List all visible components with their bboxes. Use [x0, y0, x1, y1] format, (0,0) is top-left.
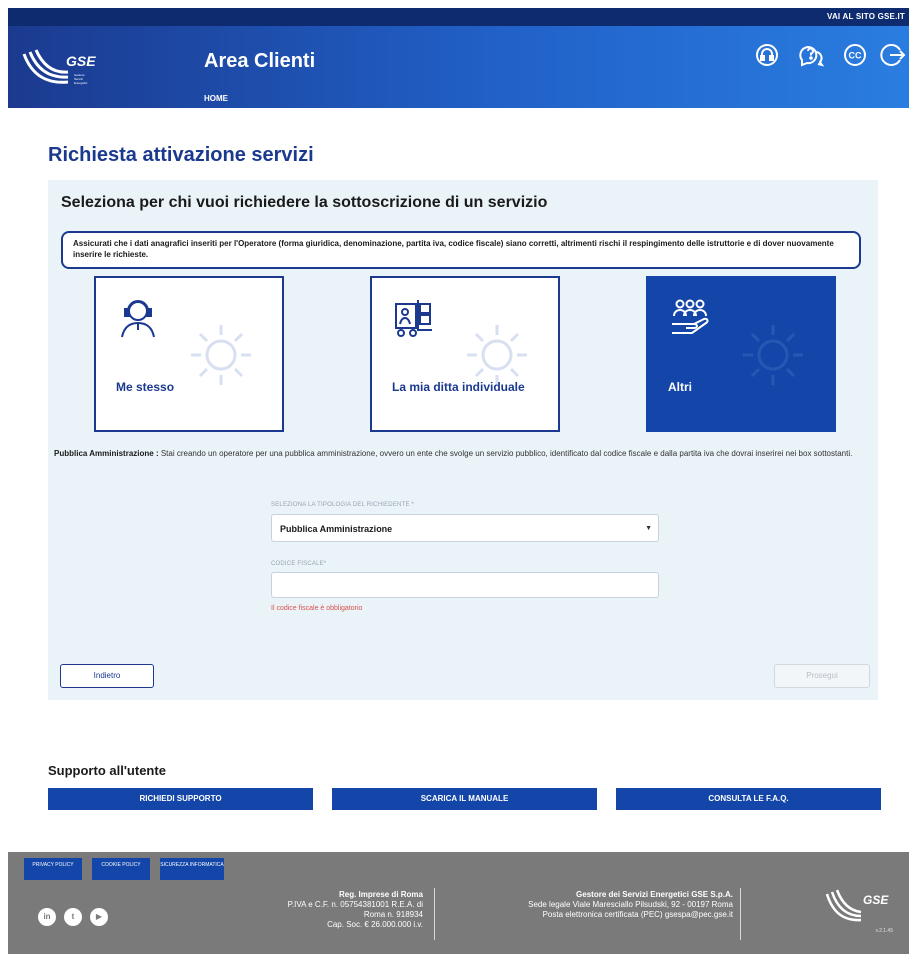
pa-label: Pubblica Amministrazione :	[54, 449, 159, 458]
footer-divider	[434, 888, 435, 940]
codice-fiscale-label: CODICE FISCALE*	[271, 561, 327, 567]
support-headset-icon[interactable]	[754, 42, 780, 68]
registration-line: Roma n. 918934	[363, 910, 423, 919]
caret-down-icon: ▼	[645, 525, 652, 532]
footer-gse-logo: GSE	[825, 888, 891, 928]
group-hand-icon	[672, 299, 709, 334]
svg-text:GSE: GSE	[66, 53, 96, 69]
codice-fiscale-error: Il codice fiscale è obbligatorio	[271, 605, 363, 612]
footer-divider	[740, 888, 741, 940]
version-label: v.2.1.45	[875, 928, 893, 934]
cookie-policy-link[interactable]: COOKIE POLICY	[92, 858, 150, 880]
privacy-policy-link[interactable]: PRIVACY POLICY	[24, 858, 82, 880]
youtube-icon[interactable]: ▶	[90, 908, 108, 926]
area-title: Area Clienti	[204, 50, 316, 72]
card-label: La mia ditta individuale	[392, 380, 525, 394]
card-altri[interactable]: Altri	[646, 276, 836, 432]
breadcrumb-home[interactable]: HOME	[204, 94, 228, 103]
registration-line: P.IVA e C.F. n. 05754381001 R.E.A. di	[287, 900, 423, 909]
linkedin-icon[interactable]: in	[38, 908, 56, 926]
card-me-stesso[interactable]: Me stesso	[94, 276, 284, 432]
page-title: Richiesta attivazione servizi	[48, 144, 314, 166]
svg-text:Energetici: Energetici	[74, 81, 88, 85]
card-label: Me stesso	[116, 380, 175, 394]
card-ditta-individuale[interactable]: La mia ditta individuale	[370, 276, 560, 432]
gear-icon	[743, 325, 803, 385]
requester-type-select[interactable]: Pubblica Amministrazione ▼	[271, 514, 659, 542]
next-button[interactable]: Prosegui	[774, 664, 870, 688]
request-support-button[interactable]: RICHIEDI SUPPORTO	[48, 788, 313, 810]
security-link[interactable]: SICUREZZA INFORMATICA	[160, 858, 224, 880]
svg-text:GSE: GSE	[863, 893, 889, 907]
twitter-icon[interactable]: t	[64, 908, 82, 926]
gse-logo[interactable]: GSE Gestore Servizi Energetici	[22, 46, 102, 90]
card-label: Altri	[668, 380, 692, 394]
operator-headset-icon	[121, 300, 155, 338]
select-label: SELEZIONA LA TIPOLOGIA DEL RICHIEDENTE *	[271, 502, 415, 508]
back-button[interactable]: Indietro	[60, 664, 154, 688]
pa-description: Pubblica Amministrazione : Stai creando …	[54, 448, 874, 459]
page: VAI AL SITO GSE.IT GSE Gestore Servizi E…	[0, 0, 909, 954]
company-registration: Reg. Imprese di Roma P.IVA e C.F. n. 057…	[288, 890, 423, 930]
svg-text:CC: CC	[849, 51, 862, 61]
warning-notice: Assicurati che i dati anagrafici inserit…	[61, 231, 861, 269]
company-pec: Posta elettronica certificata (PEC) gses…	[542, 910, 733, 919]
company-address: Sede legale Viale Maresciallo Pilsudski,…	[528, 900, 733, 909]
pa-description-text: Stai creando un operatore per una pubbli…	[160, 449, 853, 458]
download-manual-button[interactable]: SCARICA IL MANUALE	[332, 788, 597, 810]
service-request-panel: Seleziona per chi vuoi richiedere la sot…	[48, 180, 878, 700]
gear-icon	[191, 325, 251, 385]
top-bar: VAI AL SITO GSE.IT	[8, 8, 909, 26]
company-info: Gestore dei Servizi Energetici GSE S.p.A…	[458, 890, 733, 920]
closed-caption-icon[interactable]: CC	[842, 42, 868, 68]
codice-fiscale-input[interactable]	[271, 572, 659, 598]
footer: PRIVACY POLICY COOKIE POLICY SICUREZZA I…	[8, 852, 909, 954]
forklift-icon	[395, 300, 432, 337]
company-name: Gestore dei Servizi Energetici GSE S.p.A…	[576, 890, 733, 899]
registration-title: Reg. Imprese di Roma	[338, 890, 423, 899]
panel-heading: Seleziona per chi vuoi richiedere la sot…	[61, 194, 548, 211]
faq-question-icon[interactable]	[798, 42, 825, 68]
header: GSE Gestore Servizi Energetici Area Clie…	[8, 26, 909, 108]
logout-icon[interactable]	[880, 42, 906, 68]
faq-button[interactable]: CONSULTA LE F.A.Q.	[616, 788, 881, 810]
select-value: Pubblica Amministrazione	[280, 524, 393, 534]
registration-line: Cap. Soc. € 26.000.000 i.v.	[327, 920, 423, 929]
gse-site-link[interactable]: VAI AL SITO GSE.IT	[827, 12, 905, 21]
support-title: Supporto all'utente	[48, 763, 166, 778]
